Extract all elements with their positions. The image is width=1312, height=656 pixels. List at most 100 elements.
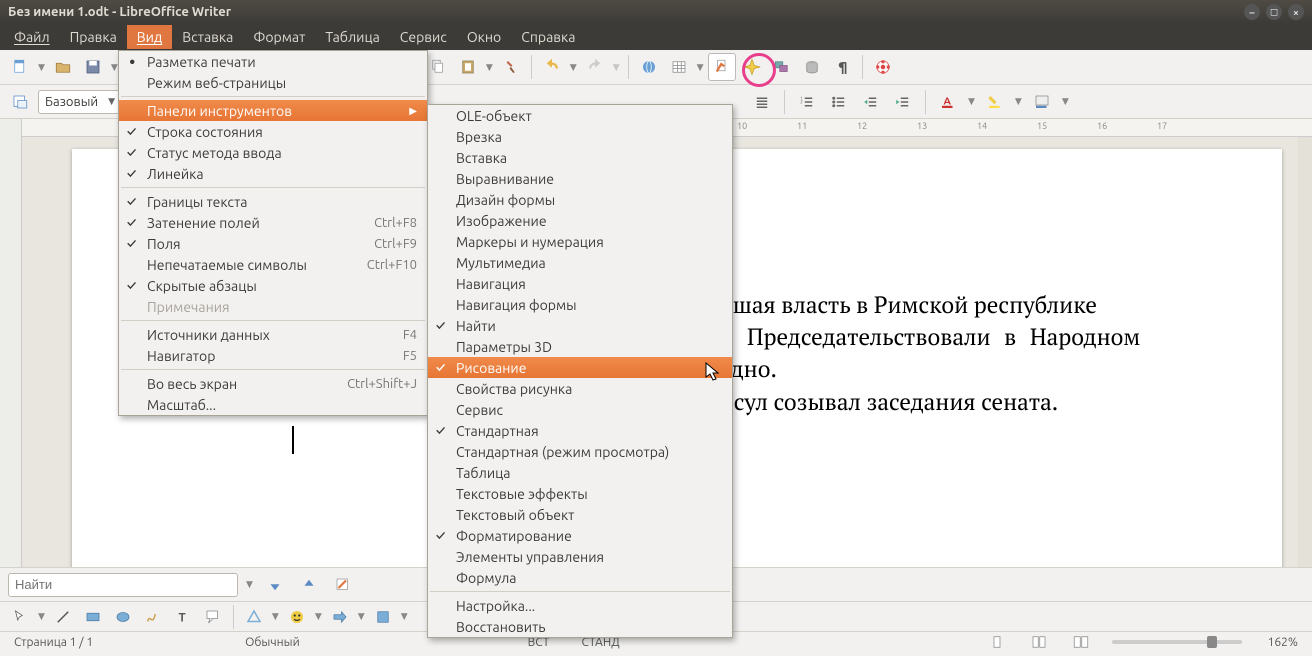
- flowchart-shapes-button[interactable]: [369, 603, 397, 631]
- vertical-scrollbar[interactable]: [1298, 137, 1312, 567]
- navigator-button[interactable]: [738, 53, 766, 81]
- submenu-item-table[interactable]: Таблица: [428, 462, 732, 483]
- table-dropdown[interactable]: ▼: [695, 62, 706, 73]
- menu-item-hidden-paragraphs[interactable]: Скрытые абзацы: [119, 275, 427, 296]
- submenu-item-insert[interactable]: Вставка: [428, 147, 732, 168]
- menu-item-nonprinting[interactable]: Непечатаемые символыCtrl+F10: [119, 254, 427, 275]
- menu-item-toolbars[interactable]: Панели инструментов▶: [119, 100, 427, 121]
- find-replace-button[interactable]: [329, 571, 357, 599]
- submenu-item-restore[interactable]: Восстановить: [428, 616, 732, 637]
- menu-format[interactable]: Формат: [243, 25, 315, 49]
- submenu-item-ole[interactable]: OLE-объект: [428, 105, 732, 126]
- menu-tools[interactable]: Сервис: [390, 25, 457, 49]
- align-block-button[interactable]: [748, 88, 776, 116]
- submenu-item-frame[interactable]: Врезка: [428, 126, 732, 147]
- submenu-item-formula[interactable]: Формула: [428, 567, 732, 588]
- ellipse-tool-button[interactable]: [109, 603, 137, 631]
- submenu-item-params3d[interactable]: Параметры 3D: [428, 336, 732, 357]
- find-history-dropdown[interactable]: ▼: [244, 579, 255, 590]
- select-dropdown[interactable]: ▼: [36, 611, 47, 622]
- redo-button[interactable]: [581, 53, 609, 81]
- arrows-dropdown[interactable]: ▼: [356, 611, 367, 622]
- undo-dropdown[interactable]: ▼: [568, 62, 579, 73]
- menu-item-ruler[interactable]: Линейка: [119, 163, 427, 184]
- callout-tool-button[interactable]: [199, 603, 227, 631]
- nonprinting-button[interactable]: ¶: [828, 53, 856, 81]
- submenu-item-text-fx[interactable]: Текстовые эффекты: [428, 483, 732, 504]
- menu-file[interactable]: Файл: [4, 25, 60, 49]
- new-dropdown[interactable]: ▼: [36, 62, 47, 73]
- minimize-button[interactable]: –: [1244, 4, 1260, 20]
- copy-button[interactable]: [424, 53, 452, 81]
- save-button[interactable]: [79, 53, 107, 81]
- line-tool-button[interactable]: [49, 603, 77, 631]
- table-button[interactable]: [665, 53, 693, 81]
- find-prev-button[interactable]: [261, 571, 289, 599]
- highlight-color-dropdown[interactable]: ▼: [1013, 96, 1024, 107]
- submenu-item-customize[interactable]: Настройка...: [428, 595, 732, 616]
- menu-item-fullscreen[interactable]: Во весь экранCtrl+Shift+J: [119, 373, 427, 394]
- find-next-button[interactable]: [295, 571, 323, 599]
- menu-item-zoom[interactable]: Масштаб...: [119, 394, 427, 415]
- help-button[interactable]: [869, 53, 897, 81]
- rectangle-tool-button[interactable]: [79, 603, 107, 631]
- open-button[interactable]: [49, 53, 77, 81]
- menu-item-web-layout[interactable]: Режим веб-страницы: [119, 72, 427, 93]
- menu-item-field-shadings[interactable]: Затенение полейCtrl+F8: [119, 212, 427, 233]
- symbol-shapes-button[interactable]: [283, 603, 311, 631]
- menu-item-text-boundaries[interactable]: Границы текста: [119, 191, 427, 212]
- flowchart-dropdown[interactable]: ▼: [399, 611, 410, 622]
- menu-item-fields[interactable]: ПоляCtrl+F9: [119, 233, 427, 254]
- redo-dropdown[interactable]: ▼: [611, 62, 622, 73]
- gallery-button[interactable]: [768, 53, 796, 81]
- menu-view[interactable]: Вид: [127, 25, 172, 49]
- basic-shapes-button[interactable]: [240, 603, 268, 631]
- submenu-item-find[interactable]: Найти: [428, 315, 732, 336]
- styles-button[interactable]: [6, 88, 34, 116]
- maximize-button[interactable]: ◻: [1266, 4, 1282, 20]
- font-color-button[interactable]: A: [934, 88, 962, 116]
- highlight-color-button[interactable]: [981, 88, 1009, 116]
- submenu-item-form-design[interactable]: Дизайн формы: [428, 189, 732, 210]
- undo-button[interactable]: [538, 53, 566, 81]
- block-arrows-button[interactable]: [326, 603, 354, 631]
- hyperlink-button[interactable]: [635, 53, 663, 81]
- menu-item-navigator[interactable]: НавигаторF5: [119, 345, 427, 366]
- font-color-dropdown[interactable]: ▼: [966, 96, 977, 107]
- submenu-item-image[interactable]: Изображение: [428, 210, 732, 231]
- submenu-item-align[interactable]: Выравнивание: [428, 168, 732, 189]
- increase-indent-button[interactable]: [889, 88, 917, 116]
- submenu-item-controls[interactable]: Элементы управления: [428, 546, 732, 567]
- submenu-item-bullets[interactable]: Маркеры и нумерация: [428, 231, 732, 252]
- zoom-value[interactable]: 162%: [1262, 636, 1304, 649]
- submenu-item-draw-props[interactable]: Свойства рисунка: [428, 378, 732, 399]
- decrease-indent-button[interactable]: [857, 88, 885, 116]
- background-color-button[interactable]: [1028, 88, 1056, 116]
- menu-window[interactable]: Окно: [457, 25, 511, 49]
- menu-item-statusbar[interactable]: Строка состояния: [119, 121, 427, 142]
- page-indicator[interactable]: Страница 1 / 1: [8, 636, 99, 649]
- menu-item-print-layout[interactable]: Разметка печати: [119, 51, 427, 72]
- freeform-tool-button[interactable]: [139, 603, 167, 631]
- bullet-list-button[interactable]: [825, 88, 853, 116]
- close-button[interactable]: ×: [1288, 4, 1304, 20]
- submenu-item-service[interactable]: Сервис: [428, 399, 732, 420]
- submenu-item-text-obj[interactable]: Текстовый объект: [428, 504, 732, 525]
- numbered-list-button[interactable]: 12: [793, 88, 821, 116]
- submenu-item-navigation[interactable]: Навигация: [428, 273, 732, 294]
- menu-edit[interactable]: Правка: [60, 25, 127, 49]
- menu-item-ime-status[interactable]: Статус метода ввода: [119, 142, 427, 163]
- text-tool-button[interactable]: T: [169, 603, 197, 631]
- symbol-shapes-dropdown[interactable]: ▼: [313, 611, 324, 622]
- paragraph-style-combo[interactable]: Базовый▼: [38, 90, 120, 114]
- background-color-dropdown[interactable]: ▼: [1060, 96, 1071, 107]
- submenu-item-drawing[interactable]: Рисование: [428, 357, 732, 378]
- submenu-item-standard[interactable]: Стандартная: [428, 420, 732, 441]
- menu-help[interactable]: Справка: [511, 25, 585, 49]
- zoom-slider[interactable]: [1112, 640, 1242, 644]
- menu-item-datasources[interactable]: Источники данныхF4: [119, 324, 427, 345]
- shapes-dropdown[interactable]: ▼: [270, 611, 281, 622]
- new-doc-button[interactable]: [6, 53, 34, 81]
- menu-table[interactable]: Таблица: [315, 25, 389, 49]
- submenu-item-standard-view[interactable]: Стандартная (режим просмотра): [428, 441, 732, 462]
